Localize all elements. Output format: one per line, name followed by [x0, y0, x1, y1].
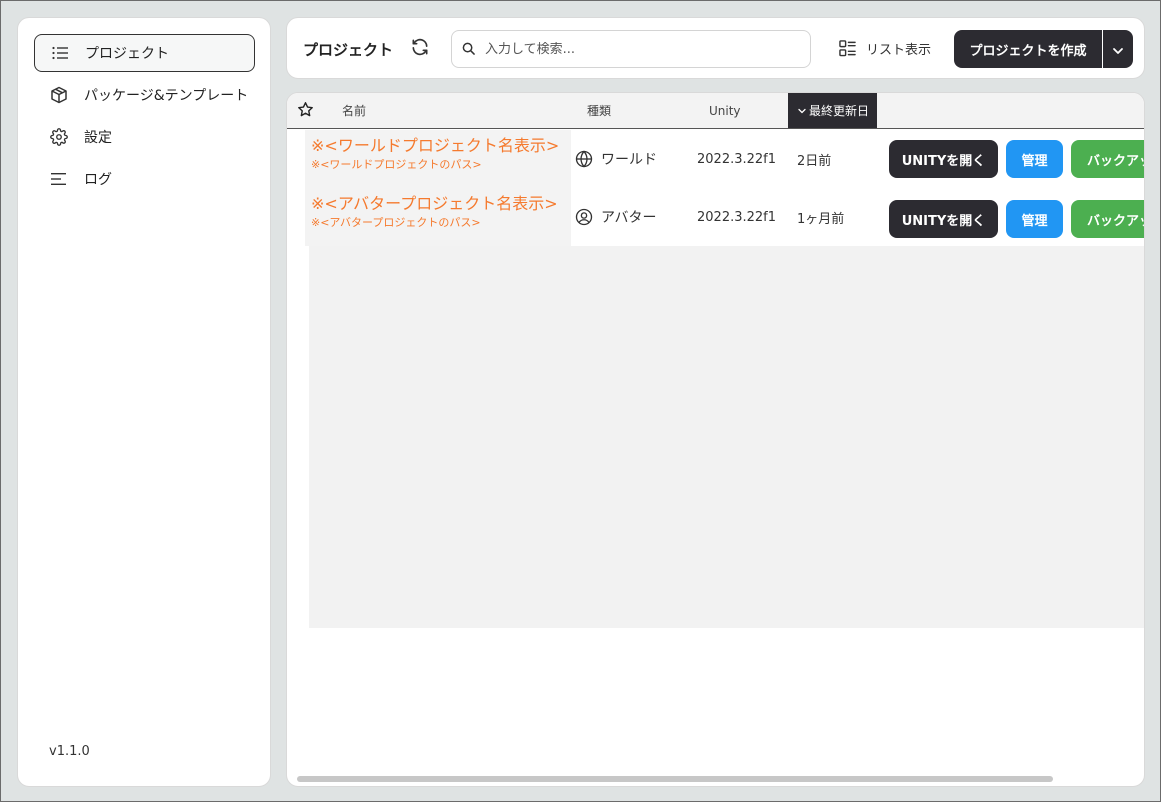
backup-button[interactable]: バックアップ [1071, 200, 1144, 238]
log-icon [50, 170, 68, 188]
sidebar-item-label: プロジェクト [85, 46, 169, 62]
top-bar: プロジェクト リスト表示 プロジェクトを作成 [286, 17, 1145, 79]
refresh-icon [410, 37, 430, 61]
package-icon [50, 86, 68, 104]
list-view-label: リスト表示 [866, 43, 932, 58]
unity-version: 2022.3.22f1 [697, 209, 777, 225]
project-name: ※<ワールドプロジェクト名表示> [311, 136, 560, 155]
sidebar: プロジェクト パッケージ&テンプレート 設定 ログ v1.1.0 [17, 17, 271, 787]
sidebar-item-label: 設定 [84, 130, 112, 146]
search-input[interactable] [485, 41, 785, 57]
last-updated: 1ヶ月前 [797, 211, 845, 227]
globe-icon [575, 150, 593, 168]
table-header: 名前 種類 Unity 最終更新日 [287, 93, 1144, 129]
sidebar-item-logs[interactable]: ログ [34, 160, 255, 198]
project-path: ※<ワールドプロジェクトのパス> [311, 158, 482, 172]
table-row[interactable]: ※<アバタープロジェクト名表示> ※<アバタープロジェクトのパス> アバター 2… [287, 188, 1144, 246]
sidebar-item-packages[interactable]: パッケージ&テンプレート [34, 76, 255, 114]
create-project-dropdown[interactable] [1103, 30, 1133, 68]
table-row[interactable]: ※<ワールドプロジェクト名表示> ※<ワールドプロジェクトのパス> ワールド 2… [287, 130, 1144, 188]
version-label: v1.1.0 [49, 744, 90, 759]
empty-area [309, 246, 1144, 628]
last-updated: 2日前 [797, 153, 832, 169]
column-header-updated-label: 最終更新日 [809, 104, 870, 118]
project-type-label: アバター [601, 210, 657, 226]
refresh-button[interactable] [409, 38, 431, 60]
horizontal-scrollbar[interactable] [297, 776, 1053, 782]
column-header-type[interactable]: 種類 [587, 93, 611, 128]
project-type-cell: ワールド [575, 130, 657, 188]
column-header-updated[interactable]: 最終更新日 [788, 93, 878, 128]
list-view-toggle[interactable]: リスト表示 [839, 39, 931, 58]
unity-version: 2022.3.22f1 [697, 151, 777, 167]
project-table: 名前 種類 Unity 最終更新日 ※<ワールドプロジェクト名表示> ※<ワール… [286, 92, 1145, 787]
list-icon [51, 44, 69, 62]
sort-chevron-icon [798, 108, 806, 114]
sidebar-item-label: パッケージ&テンプレート [84, 88, 249, 104]
user-circle-icon [575, 208, 593, 226]
project-name-cell[interactable]: ※<ワールドプロジェクト名表示> ※<ワールドプロジェクトのパス> [305, 130, 571, 188]
project-type-cell: アバター [575, 188, 656, 246]
column-header-unity[interactable]: Unity [709, 93, 741, 128]
project-name-cell[interactable]: ※<アバタープロジェクト名表示> ※<アバタープロジェクトのパス> [305, 188, 571, 246]
manage-button[interactable]: 管理 [1006, 200, 1063, 238]
page-title: プロジェクト [303, 41, 394, 59]
sidebar-item-label: ログ [84, 172, 112, 188]
star-icon[interactable] [297, 101, 314, 122]
open-unity-button[interactable]: UNITYを開く [889, 140, 998, 178]
search-box[interactable] [451, 30, 811, 68]
backup-button[interactable]: バックアップ [1071, 140, 1144, 178]
sidebar-item-projects[interactable]: プロジェクト [34, 34, 255, 72]
project-path: ※<アバタープロジェクトのパス> [311, 216, 481, 230]
project-type-label: ワールド [601, 152, 657, 168]
project-name: ※<アバタープロジェクト名表示> [311, 194, 558, 213]
column-header-name[interactable]: 名前 [342, 93, 366, 128]
chevron-down-icon [1112, 40, 1124, 59]
search-icon [462, 40, 475, 59]
sidebar-item-settings[interactable]: 設定 [34, 118, 255, 156]
gear-icon [50, 128, 68, 146]
list-view-icon [839, 40, 856, 57]
create-project-button[interactable]: プロジェクトを作成 [954, 30, 1102, 68]
manage-button[interactable]: 管理 [1006, 140, 1063, 178]
open-unity-button[interactable]: UNITYを開く [889, 200, 998, 238]
